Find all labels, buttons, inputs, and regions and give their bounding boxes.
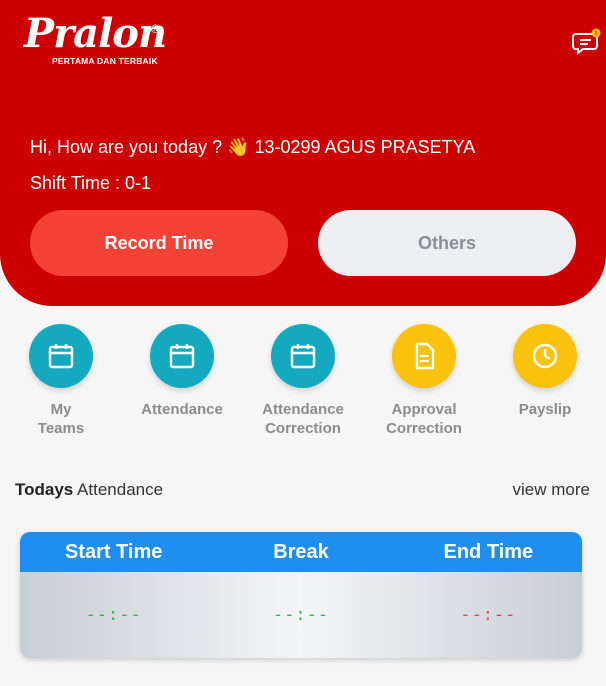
document-icon: [392, 324, 456, 388]
calendar-icon: [29, 324, 93, 388]
menu-item-approval-correction[interactable]: Approval Correction: [369, 324, 479, 438]
menu-item-attendance[interactable]: Attendance: [127, 324, 237, 419]
view-more-link[interactable]: view more: [513, 480, 590, 500]
svg-text:!: !: [595, 31, 597, 38]
chat-bubble-icon[interactable]: !: [572, 28, 602, 56]
clock-icon: [513, 324, 577, 388]
break-header: Break: [273, 540, 329, 563]
others-button[interactable]: Others: [318, 210, 576, 276]
menu-label: Attendance Correction: [262, 401, 344, 437]
shift-time-text: Shift Time : 0-1: [30, 173, 152, 193]
menu-label: Approval Correction: [386, 401, 462, 437]
menu-label: Attendance: [141, 401, 223, 418]
menu-label: My Teams: [37, 401, 85, 437]
attendance-card-values: --:-- --:-- --:--: [20, 572, 582, 658]
logo-registered-mark: ®: [151, 22, 160, 36]
calendar-icon: [271, 324, 335, 388]
start-time-value: --:--: [85, 605, 142, 625]
menu-item-my-teams[interactable]: My Teams: [6, 324, 116, 438]
end-time-value: --:--: [460, 605, 517, 625]
menu-item-attendance-correction[interactable]: Attendance Correction: [248, 324, 358, 438]
menu-item-payslip[interactable]: Payslip: [490, 324, 600, 419]
break-value: --:--: [272, 605, 330, 625]
calendar-icon: [150, 324, 214, 388]
logo-tagline: PERTAMA DAN TERBAIK: [52, 56, 158, 66]
pralon-logo: Pralon ® PERTAMA DAN TERBAIK: [24, 12, 174, 72]
greeting-text: Hi, How are you today ? 👋 13-0299 AGUS P…: [30, 137, 476, 157]
todays-attendance-title: Todays Attendance: [15, 480, 164, 499]
logo-wordmark: Pralon: [24, 10, 167, 57]
end-time-header: End Time: [443, 540, 534, 563]
start-time-header: Start Time: [64, 540, 163, 563]
menu-label: Payslip: [518, 401, 572, 418]
attendance-card-header: Start Time Break End Time: [20, 532, 582, 572]
header-banner: Pralon ® PERTAMA DAN TERBAIK ! Hi, How a…: [0, 0, 606, 306]
record-time-button[interactable]: Record Time: [30, 210, 288, 276]
attendance-card: Start Time Break End Time --:-- --:-- --…: [20, 532, 582, 658]
